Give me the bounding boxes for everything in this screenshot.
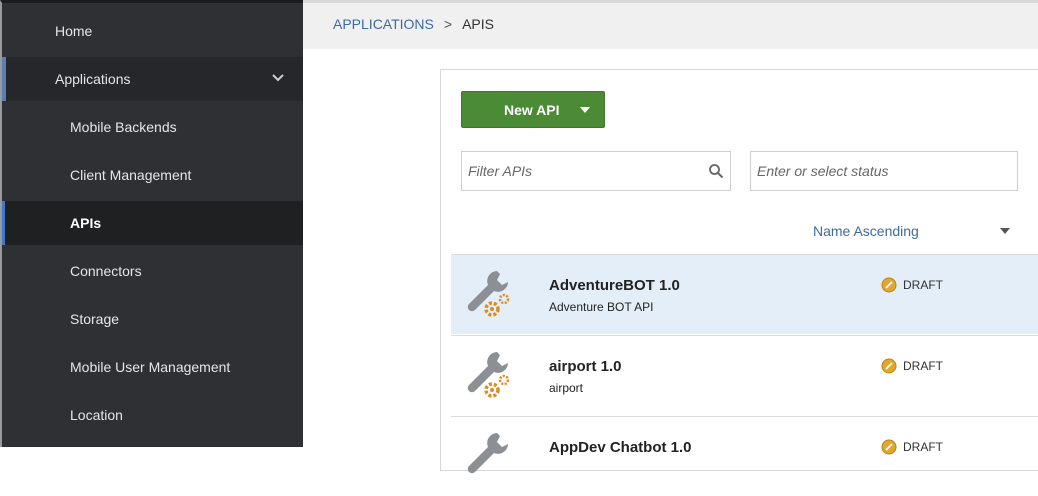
caret-down-icon[interactable] [580, 107, 590, 113]
status-badge: DRAFT [881, 277, 943, 293]
status-badge: DRAFT [881, 439, 943, 455]
sidebar-item-connectors[interactable]: Connectors [2, 249, 303, 293]
api-name[interactable]: airport 1.0 [549, 358, 622, 375]
sidebar-nav: Home Applications Mobile Backends Client… [0, 0, 303, 447]
sidebar-item-label: Location [70, 407, 123, 423]
wrench-gear-icon [467, 271, 510, 317]
sidebar-item-client-management[interactable]: Client Management [2, 153, 303, 197]
sidebar-item-label: Connectors [70, 263, 142, 279]
sidebar-item-label: Storage [70, 311, 120, 327]
api-name[interactable]: AppDev Chatbot 1.0 [549, 439, 692, 456]
sidebar-item-label: Mobile User Management [70, 359, 231, 375]
sidebar-item-mobile-backends[interactable]: Mobile Backends [2, 105, 303, 149]
sidebar-item-label: Client Management [70, 167, 192, 183]
apis-panel: New API Filter APIs Enter or select stat… [440, 69, 1038, 474]
sort-select[interactable]: Name Ascending [813, 223, 919, 239]
breadcrumb-current: APIS [462, 16, 494, 32]
api-row[interactable]: airport 1.0 airport DRAFT [451, 335, 1038, 415]
filter-apis-placeholder: Filter APIs [468, 163, 533, 179]
api-name[interactable]: AdventureBOT 1.0 [549, 277, 680, 294]
status-placeholder: Enter or select status [757, 163, 889, 179]
new-api-button[interactable]: New API [461, 91, 605, 128]
status-input[interactable]: Enter or select status [750, 151, 1018, 191]
draft-pencil-icon [881, 358, 897, 374]
sidebar-item-apis[interactable]: APIs [2, 201, 303, 245]
sort-caret-icon[interactable] [1000, 228, 1010, 234]
sidebar-item-applications[interactable]: Applications [2, 57, 303, 101]
sidebar-item-storage[interactable]: Storage [2, 297, 303, 341]
breadcrumb-separator: > [443, 16, 453, 32]
sidebar-item-label: Home [55, 23, 93, 39]
page-header: APPLICATIONS > APIS [303, 0, 1038, 49]
api-description: airport [549, 381, 584, 395]
breadcrumb-applications-link[interactable]: APPLICATIONS [333, 16, 434, 32]
sidebar-item-mobile-user-management[interactable]: Mobile User Management [2, 345, 303, 389]
sidebar-item-label: Applications [55, 71, 131, 87]
status-badge: DRAFT [881, 358, 943, 374]
status-label: DRAFT [903, 440, 943, 454]
status-label: DRAFT [903, 359, 943, 373]
status-label: DRAFT [903, 278, 943, 292]
wrench-gear-icon [467, 352, 510, 398]
breadcrumb: APPLICATIONS > APIS [333, 16, 494, 32]
chevron-down-icon[interactable] [271, 71, 285, 85]
api-row[interactable]: AdventureBOT 1.0 Adventure BOT API DRAFT [451, 254, 1038, 334]
wrench-gear-icon [467, 433, 508, 474]
sidebar-item-home[interactable]: Home [2, 9, 303, 53]
api-description: Adventure BOT API [549, 300, 654, 314]
sidebar-item-location[interactable]: Location [2, 393, 303, 437]
new-api-button-label: New API [504, 101, 560, 118]
sidebar-item-label: Mobile Backends [70, 119, 177, 135]
sidebar-item-label: APIs [70, 215, 102, 231]
api-row[interactable]: AppDev Chatbot 1.0 DRAFT [451, 416, 1038, 496]
draft-pencil-icon [881, 277, 897, 293]
draft-pencil-icon [881, 439, 897, 455]
search-icon[interactable] [708, 163, 724, 179]
filter-apis-input[interactable]: Filter APIs [461, 151, 731, 191]
